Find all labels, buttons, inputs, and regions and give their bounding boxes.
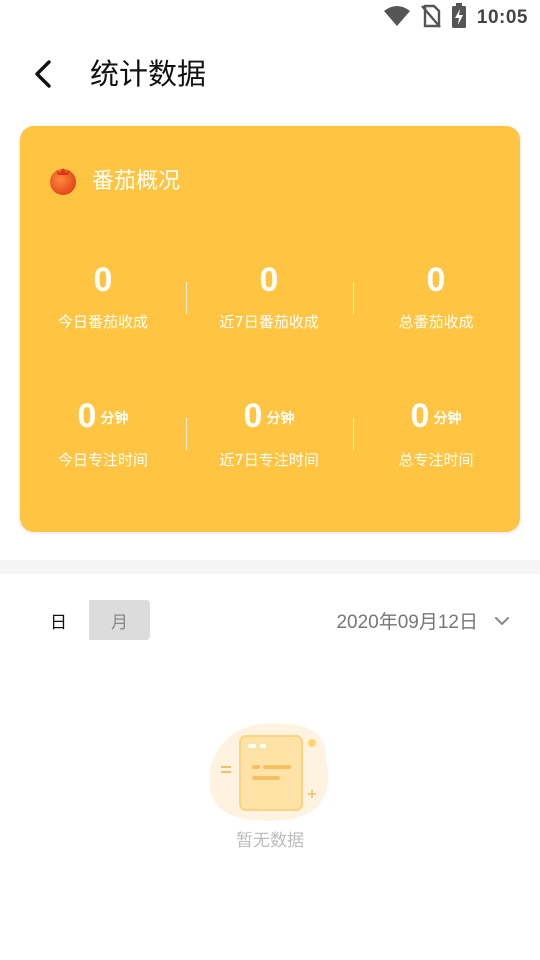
stat-label: 总专注时间 bbox=[398, 451, 474, 469]
stat-today-focus: 0 分钟 今日专注时间 bbox=[20, 396, 186, 470]
status-bar: 10:05 bbox=[0, 0, 540, 36]
battery-charging-icon bbox=[451, 3, 467, 33]
stat-unit: 分钟 bbox=[266, 410, 295, 426]
stat-number: 0 bbox=[93, 261, 113, 299]
stat-number: 0 bbox=[243, 397, 263, 435]
wifi-icon bbox=[383, 5, 411, 31]
tomato-icon bbox=[48, 164, 78, 200]
stat-value: 0 bbox=[353, 260, 519, 300]
stat-label: 近7日番茄收成 bbox=[219, 313, 319, 331]
date-selector[interactable]: 2020年09月12日 bbox=[336, 604, 510, 636]
stat-number: 0 bbox=[426, 261, 446, 299]
stat-number: 0 bbox=[77, 397, 97, 435]
stat-value: 0 bbox=[20, 260, 186, 300]
stat-unit: 分钟 bbox=[100, 410, 129, 426]
stat-unit: 分钟 bbox=[433, 410, 462, 426]
stat-label: 今日番茄收成 bbox=[57, 313, 148, 331]
date-value: 2020年09月12日 bbox=[336, 611, 478, 633]
stat-value: 0 分钟 bbox=[186, 396, 352, 438]
status-time: 10:05 bbox=[476, 7, 528, 28]
stat-7day-focus: 0 分钟 近7日专注时间 bbox=[186, 396, 352, 470]
stat-value: 0 分钟 bbox=[353, 396, 519, 438]
stat-label: 今日专注时间 bbox=[57, 451, 148, 469]
section-separator bbox=[0, 560, 540, 574]
stat-7day-harvest: 0 近7日番茄收成 bbox=[186, 260, 352, 332]
tomato-overview-card: 番茄概况 0 今日番茄收成 0 近7日番茄收成 0 总番茄收成 0 分钟 今日专注… bbox=[20, 126, 520, 532]
no-sim-icon bbox=[420, 4, 441, 32]
stat-label: 总番茄收成 bbox=[398, 313, 474, 331]
stat-today-harvest: 0 今日番茄收成 bbox=[20, 260, 186, 332]
page-title: 统计数据 bbox=[90, 57, 207, 91]
app-bar: 统计数据 bbox=[0, 36, 540, 112]
chevron-down-icon bbox=[494, 611, 510, 630]
status-icons: 10:05 bbox=[383, 3, 528, 33]
card-title: 番茄概况 bbox=[92, 169, 181, 194]
stat-total-harvest: 0 总番茄收成 bbox=[353, 260, 519, 332]
stat-number: 0 bbox=[410, 397, 430, 435]
stat-number: 0 bbox=[259, 261, 279, 299]
card-header: 番茄概况 bbox=[48, 164, 180, 200]
tab-month[interactable]: 月 bbox=[89, 600, 150, 640]
empty-state-text: 暂无数据 bbox=[236, 831, 304, 851]
tab-day[interactable]: 日 bbox=[28, 600, 89, 640]
back-button[interactable] bbox=[22, 54, 66, 98]
stat-value: 0 bbox=[186, 260, 352, 300]
stat-value: 0 分钟 bbox=[20, 396, 186, 438]
empty-document-icon bbox=[206, 720, 334, 824]
back-arrow-icon bbox=[32, 59, 56, 93]
period-toggle: 日 月 bbox=[28, 600, 150, 640]
stat-total-focus: 0 分钟 总专注时间 bbox=[353, 396, 519, 470]
stat-label: 近7日专注时间 bbox=[219, 451, 319, 469]
